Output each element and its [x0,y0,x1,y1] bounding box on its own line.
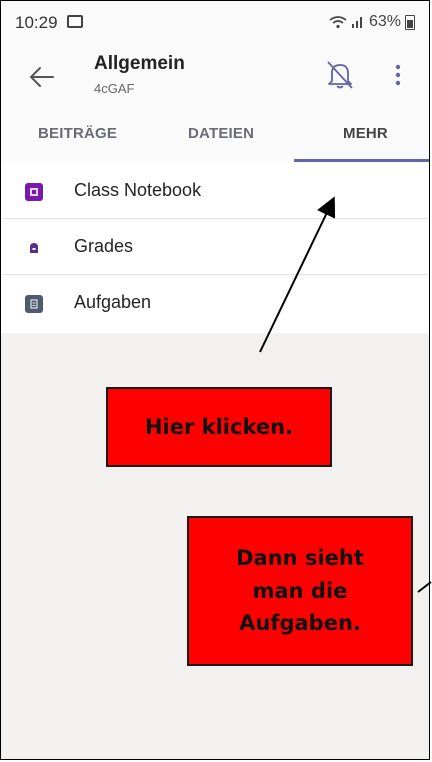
tab-dateien[interactable]: DATEIEN [188,125,254,142]
list-item-aufgaben[interactable]: Aufgaben [1,275,429,333]
app-list: Class Notebook Grades Aufgaben [1,163,429,333]
battery-icon [405,14,415,30]
tab-bar: BEITRÄGE DATEIEN MEHR [1,107,429,163]
team-name: 4cGAF [94,81,135,96]
onenote-icon [25,183,43,201]
tab-beitraege[interactable]: BEITRÄGE [38,125,117,142]
back-arrow-icon[interactable] [23,57,63,97]
active-tab-indicator [294,159,429,162]
battery-percent: 63% [368,13,401,30]
more-options-icon[interactable] [393,61,403,91]
list-item-label: Class Notebook [74,180,202,200]
callout-text: Hier klicken. [144,414,294,439]
status-time: 10:29 [15,13,58,32]
callout-line-2: man die [252,578,348,603]
callout-see-assignments: Dann sieht man die Aufgaben. [187,516,413,666]
signal-icon [351,17,362,28]
channel-title: Allgemein [94,53,185,74]
wifi-icon [329,16,347,29]
list-item-label: Aufgaben [74,292,152,312]
list-item-label: Grades [74,236,134,256]
bell-muted-icon[interactable] [323,57,357,91]
tab-mehr[interactable]: MEHR [343,125,388,142]
callout-click-here: Hier klicken. [106,387,332,467]
app-bar: Allgemein 4cGAF [1,45,429,107]
status-indicators: 63% [329,13,415,31]
assignments-icon [25,295,43,313]
phone-screen: 10:29 63% Allgemein 4cGAF BEITRÄGE DATEI… [0,0,430,760]
callout-line-1: Dann sieht [236,546,364,571]
status-bar: 10:29 63% [1,1,429,45]
callout-line-3: Aufgaben. [239,611,361,636]
gallery-icon [67,15,83,28]
grades-icon [30,243,38,253]
list-item-grades[interactable]: Grades [1,219,429,275]
list-item-class-notebook[interactable]: Class Notebook [1,163,429,219]
